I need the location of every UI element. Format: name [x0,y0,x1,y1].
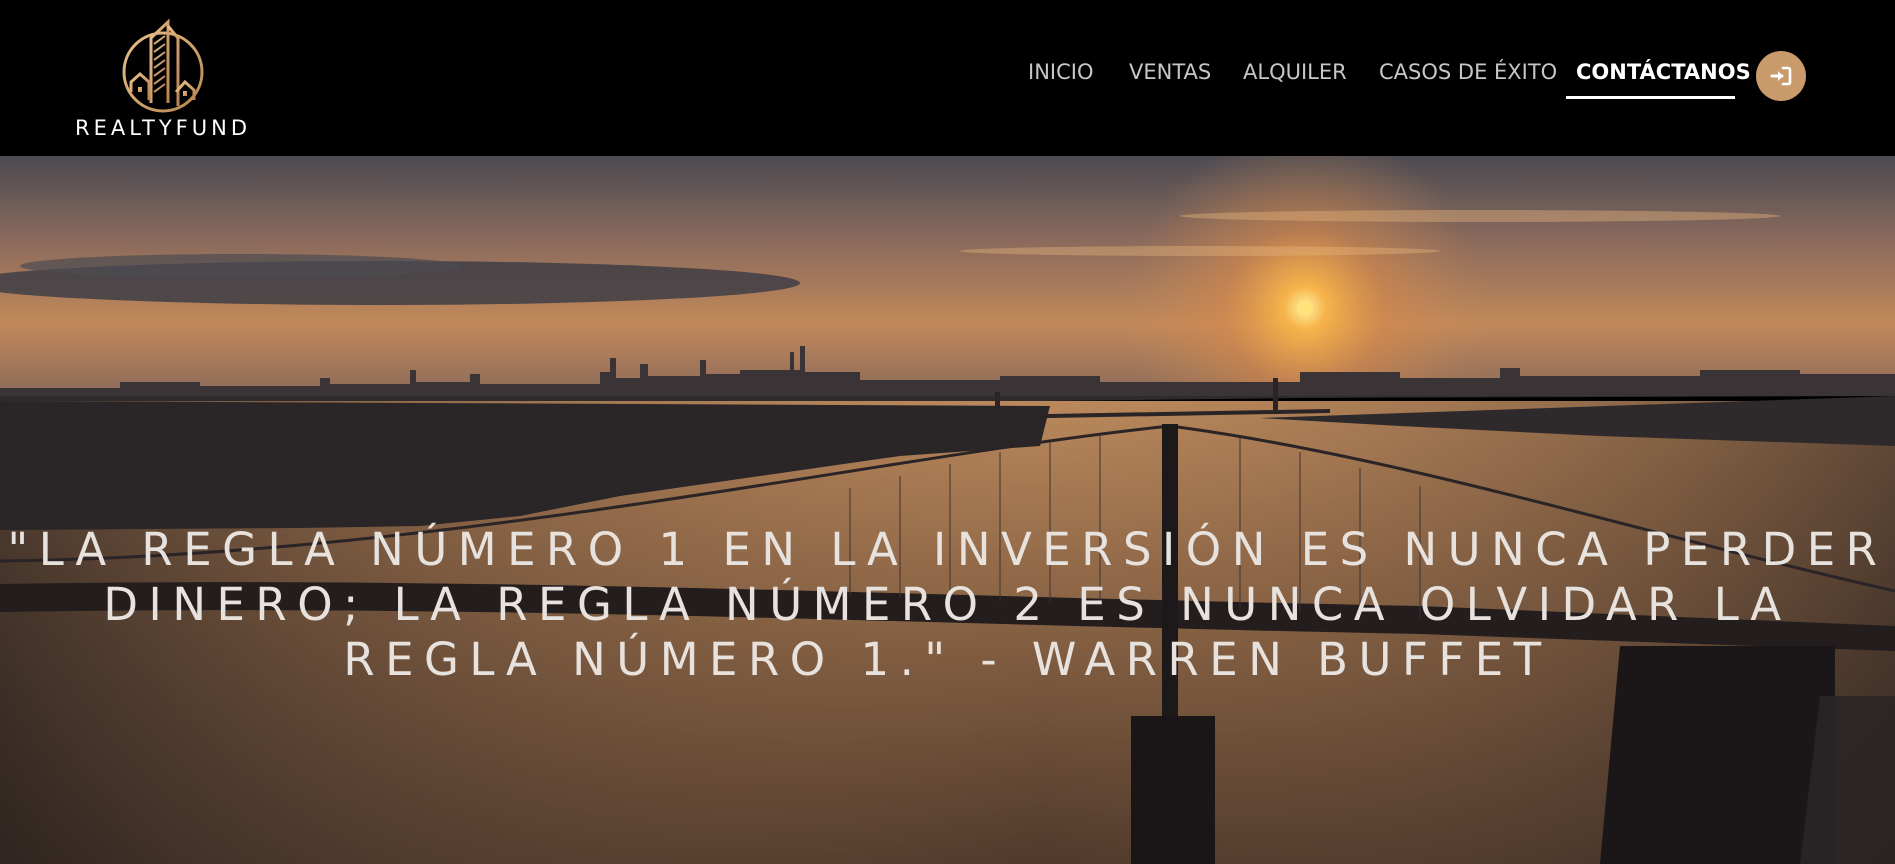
sign-in-icon [1770,66,1792,86]
sunset-bridge-background [0,156,1895,864]
login-button[interactable] [1756,51,1806,101]
nav-item-ventas[interactable]: VENTAS [1129,60,1211,84]
hero-section: "LA REGLA NÚMERO 1 EN LA INVERSIÓN ES NU… [0,156,1895,864]
nav-item-casos-de-exito[interactable]: CASOS DE ÉXITO [1379,60,1557,84]
brand-name: REALTYFUND [74,116,252,140]
nav-item-inicio[interactable]: INICIO [1028,60,1093,84]
hero-quote: "LA REGLA NÚMERO 1 EN LA INVERSIÓN ES NU… [7,523,1888,686]
site-header: REALTYFUND INICIO VENTAS ALQUILER CASOS … [0,0,1895,156]
active-nav-underline [1566,96,1735,99]
nav-item-contactanos[interactable]: CONTÁCTANOS [1576,60,1751,84]
main-nav: INICIO VENTAS ALQUILER CASOS DE ÉXITO CO… [0,60,1895,100]
nav-item-alquiler[interactable]: ALQUILER [1243,60,1347,84]
